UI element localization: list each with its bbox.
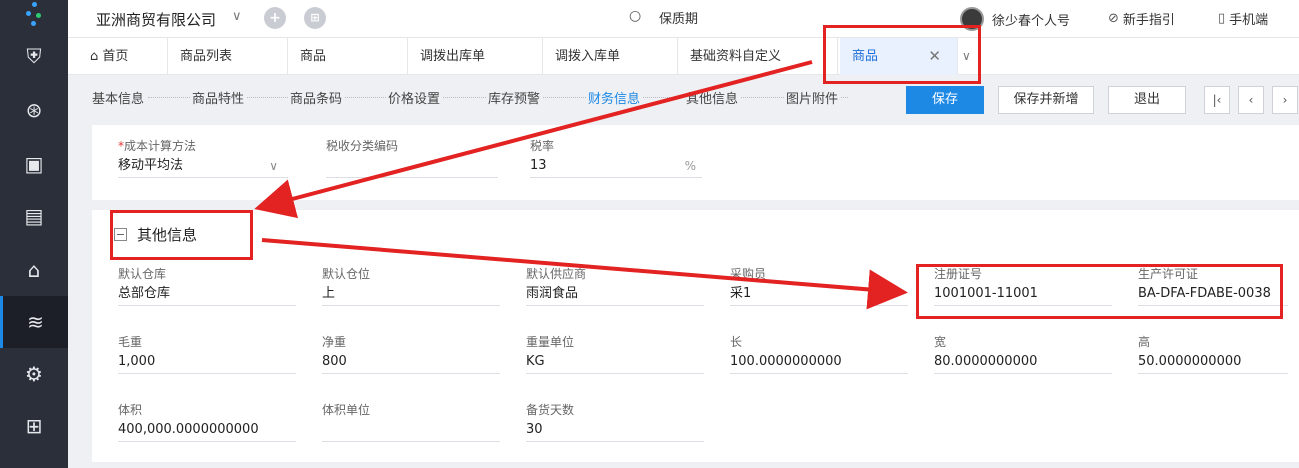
arrow-tab-to-section (254, 60, 813, 219)
annotation-arrows (254, 60, 908, 310)
arrow-section-to-fields (261, 238, 908, 310)
